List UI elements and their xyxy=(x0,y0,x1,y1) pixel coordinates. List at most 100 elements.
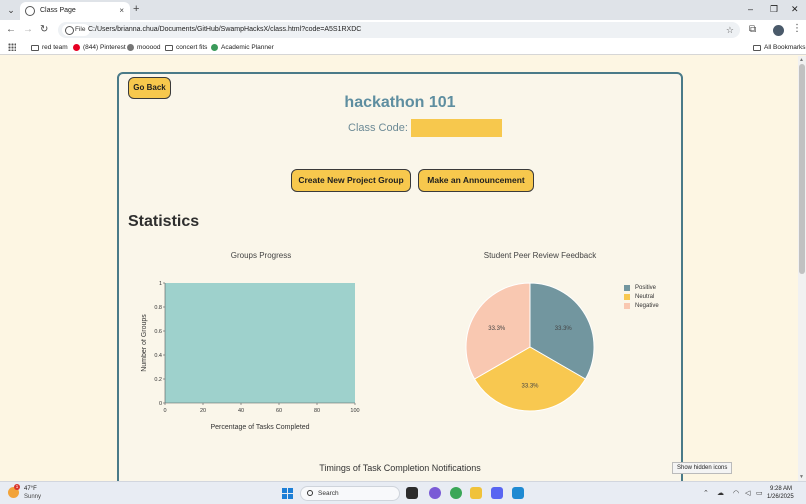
show-hidden-icons-chevron[interactable]: ⌃ xyxy=(703,489,709,498)
folder-icon xyxy=(165,44,173,51)
folder-icon xyxy=(753,44,761,51)
battery-icon[interactable]: ▭ xyxy=(756,489,763,498)
peer-review-title: Student Peer Review Feedback xyxy=(483,251,597,260)
legend-label: Negative xyxy=(635,302,659,309)
bookmark-label: red team xyxy=(42,44,68,51)
tab-close-icon[interactable]: × xyxy=(119,5,124,17)
forward-arrow-icon[interactable]: → xyxy=(23,23,33,37)
scroll-down-icon[interactable]: ▼ xyxy=(799,474,804,480)
wifi-icon[interactable]: ◠ xyxy=(733,489,739,498)
x-tick-label: 40 xyxy=(238,408,244,414)
class-code-row: Class Code: xyxy=(348,119,502,137)
pie-label-neutral: 33.3% xyxy=(521,383,539,389)
back-arrow-icon[interactable]: ← xyxy=(6,23,16,37)
clock-date[interactable]: 1/26/2025 xyxy=(767,493,794,501)
legend-item-neutral: Neutral xyxy=(624,292,659,301)
legend-swatch xyxy=(624,302,630,309)
file-explorer-icon[interactable] xyxy=(470,487,482,499)
volume-icon[interactable]: ◁ xyxy=(745,489,750,498)
bookmark-pinterest[interactable]: (844) Pinterest xyxy=(73,42,126,53)
legend-label: Positive xyxy=(635,284,657,291)
bookmarks-bar: red team (844) Pinterest mooood concert … xyxy=(0,40,806,55)
bookmark-label: All Bookmarks xyxy=(764,44,806,51)
class-code-label: Class Code: xyxy=(348,122,408,134)
bookmark-mooood[interactable]: mooood xyxy=(127,42,161,53)
y-axis-title: Number of Groups xyxy=(141,314,148,372)
legend-item-positive: Positive xyxy=(624,283,659,292)
weather-temperature[interactable]: 47°F xyxy=(24,485,37,493)
x-tick-label: 80 xyxy=(314,408,320,414)
class-card: Go Back hackathon 101 Class Code: Create… xyxy=(117,72,683,481)
legend-swatch xyxy=(624,284,630,291)
bookmark-label: mooood xyxy=(137,44,161,51)
y-tick-label: 0.2 xyxy=(154,377,162,383)
bookmark-red-team[interactable]: red team xyxy=(31,42,68,53)
chrome-icon[interactable] xyxy=(450,487,462,499)
groups-progress-title: Groups Progress xyxy=(230,251,292,260)
statistics-heading: Statistics xyxy=(128,213,200,230)
x-tick-label: 20 xyxy=(200,408,206,414)
bookmark-star-icon[interactable]: ☆ xyxy=(726,23,734,37)
bar-0 xyxy=(165,283,355,403)
discord-icon[interactable] xyxy=(491,487,503,499)
search-label: Search xyxy=(318,490,339,497)
windows-start-icon[interactable] xyxy=(282,488,293,499)
profile-avatar[interactable] xyxy=(773,25,784,36)
y-tick-label: 0 xyxy=(159,401,162,407)
url-text[interactable]: C:/Users/brianna.chua/Documents/GitHub/S… xyxy=(88,24,361,36)
y-tick-label: 0.8 xyxy=(154,305,162,311)
make-announcement-button[interactable]: Make an Announcement xyxy=(418,169,534,192)
reload-icon[interactable]: ↻ xyxy=(40,23,48,37)
planner-icon xyxy=(211,44,218,51)
extensions-icon[interactable]: ⧉ xyxy=(749,24,756,36)
weather-condition[interactable]: Sunny xyxy=(24,493,41,501)
task-view-icon[interactable] xyxy=(406,487,418,499)
more-menu-icon[interactable]: ⋮ xyxy=(792,23,802,35)
close-window-button[interactable]: ✕ xyxy=(791,2,799,16)
browser-tab-bar: ⌄ Class Page × + – ❐ ✕ xyxy=(0,0,806,20)
taskbar-search-box[interactable]: Search xyxy=(300,486,400,501)
tab-title: Class Page xyxy=(40,7,76,14)
pinterest-icon xyxy=(73,44,80,51)
search-icon xyxy=(307,490,313,496)
apps-grid-icon[interactable] xyxy=(8,43,16,51)
page-viewport: Go Back hackathon 101 Class Code: Create… xyxy=(0,56,798,481)
maximize-button[interactable]: ❐ xyxy=(770,2,778,16)
clock-time[interactable]: 9:28 AM xyxy=(770,485,792,493)
onedrive-cloud-icon[interactable]: ☁ xyxy=(717,489,724,498)
browser-toolbar: ← → ↻ File C:/Users/brianna.chua/Documen… xyxy=(0,20,806,40)
bookmark-concert-fits[interactable]: concert fits xyxy=(165,42,207,53)
bookmark-label: Academic Planner xyxy=(221,44,274,51)
legend-item-negative: Negative xyxy=(624,301,659,310)
legend-swatch xyxy=(624,293,630,300)
all-bookmarks[interactable]: All Bookmarks xyxy=(753,42,806,53)
scroll-up-icon[interactable]: ▲ xyxy=(799,57,804,63)
page-scrollbar[interactable]: ▲ ▼ xyxy=(798,56,806,481)
address-bar[interactable]: File C:/Users/brianna.chua/Documents/Git… xyxy=(58,22,740,38)
scrollbar-thumb[interactable] xyxy=(799,64,805,274)
peer-review-pie-chart: 33.3% 33.3% 33.3% xyxy=(465,282,595,412)
tab-search-chevron-icon[interactable]: ⌄ xyxy=(4,3,18,17)
x-tick-label: 60 xyxy=(276,408,282,414)
show-hidden-icons-tooltip: Show hidden icons xyxy=(672,462,733,474)
bookmark-label: (844) Pinterest xyxy=(83,44,126,51)
globe-icon xyxy=(25,6,35,16)
minimize-button[interactable]: – xyxy=(748,2,753,16)
groups-progress-chart: 0 20 40 60 80 100 0 0.2 0.4 0.6 0.8 1 Percentage of … xyxy=(141,281,360,431)
vscode-icon[interactable] xyxy=(512,487,524,499)
pie-label-positive: 33.3% xyxy=(555,326,573,332)
new-tab-button[interactable]: + xyxy=(133,2,139,16)
file-scheme-chip[interactable]: File xyxy=(62,24,91,36)
create-project-group-button[interactable]: Create New Project Group xyxy=(291,169,411,192)
class-title: hackathon 101 xyxy=(344,94,456,111)
windows-taskbar: 1 47°F Sunny Search ⌃ ☁ ◠ ◁ ▭ 9:28 AM 1/… xyxy=(0,481,806,504)
tab-class-page[interactable]: Class Page × xyxy=(20,2,130,20)
site-icon xyxy=(127,44,134,51)
pie-legend: Positive Neutral Negative xyxy=(624,283,659,310)
copilot-icon[interactable] xyxy=(429,487,441,499)
bookmark-academic-planner[interactable]: Academic Planner xyxy=(211,42,274,53)
y-tick-label: 0.4 xyxy=(154,353,162,359)
timings-title: Timings of Task Completion Notifications xyxy=(319,463,481,473)
y-tick-label: 1 xyxy=(159,281,162,287)
folder-icon xyxy=(31,44,39,51)
